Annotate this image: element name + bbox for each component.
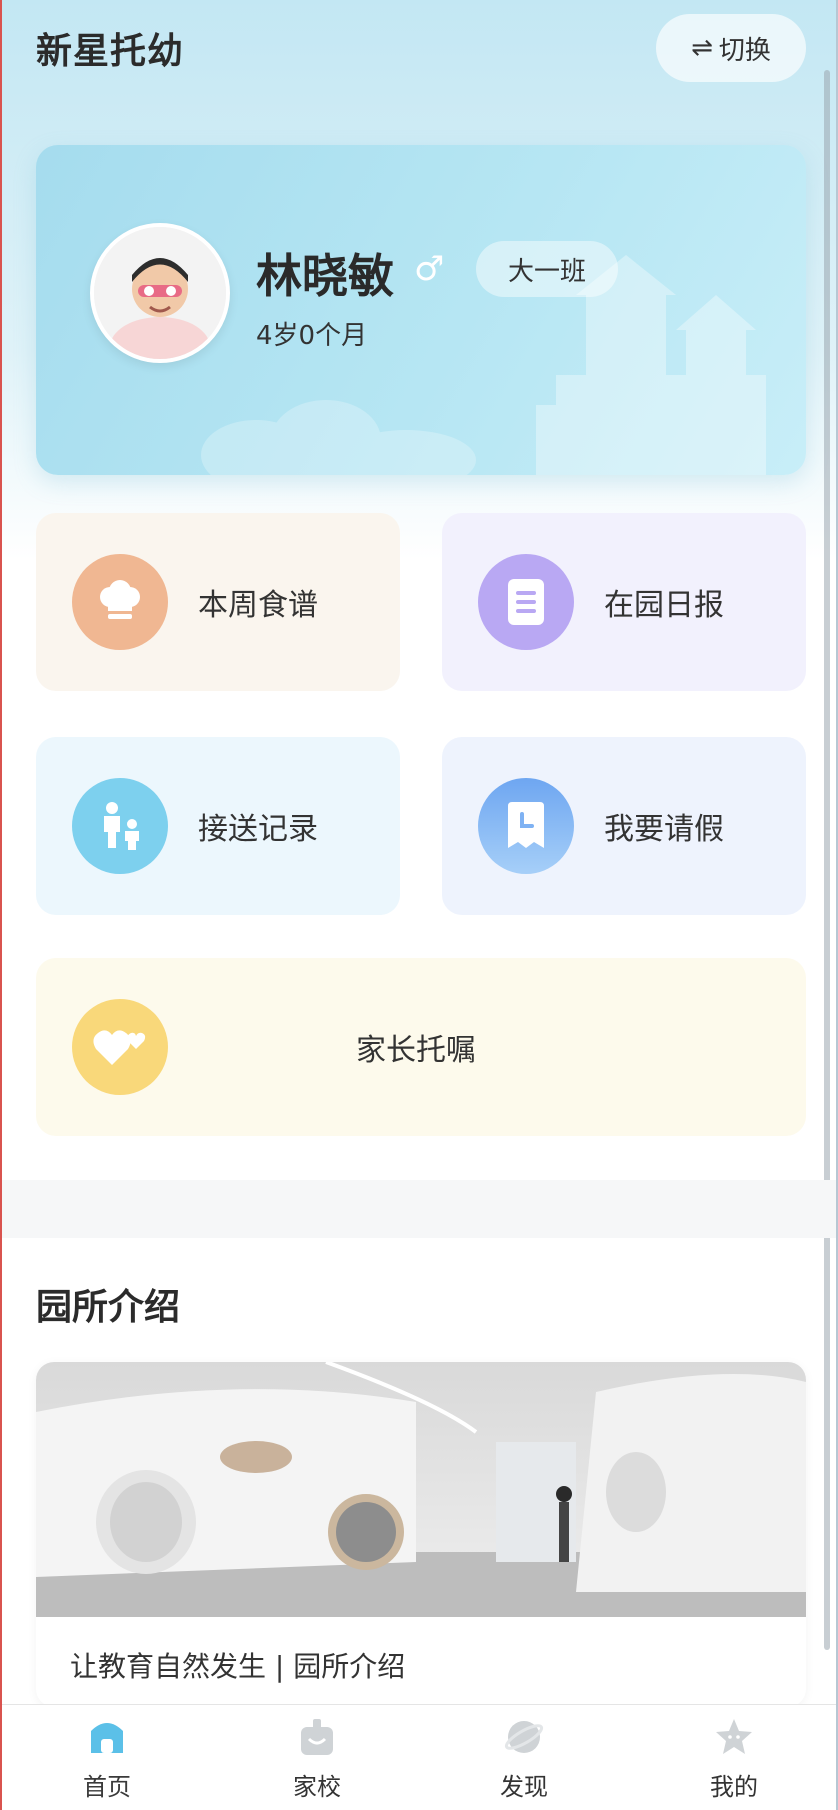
pickup-record-label: 接送记录 (198, 812, 318, 847)
daily-report-tile[interactable]: 在园日报 (442, 513, 806, 691)
nav-home-label: 首页 (83, 1773, 131, 1801)
app-screen: 新星托幼 ⇌ 切换 林晓敏 ♂ 大一班 4岁0个月 本周食谱 在园日报 接送记录… (0, 0, 838, 1810)
nav-discover-label: 发现 (500, 1773, 548, 1801)
child-photo-icon (94, 227, 226, 359)
planet-icon (502, 1715, 546, 1759)
weekly-menu-label: 本周食谱 (198, 588, 318, 623)
parent-child-icon (72, 778, 168, 874)
document-icon (478, 554, 574, 650)
nav-home[interactable]: 首页 (47, 1715, 167, 1810)
male-gender-icon: ♂ (414, 249, 445, 289)
star-face-icon (712, 1715, 756, 1759)
child-age: 4岁0个月 (256, 321, 368, 351)
parent-notes-label: 家长托嘱 (356, 1033, 476, 1068)
class-badge: 大一班 (476, 241, 618, 297)
switch-label: 切换 (718, 35, 771, 66)
leave-clock-icon (478, 778, 574, 874)
switch-button[interactable]: ⇌ 切换 (656, 14, 806, 82)
nav-school[interactable]: 家校 (257, 1715, 377, 1810)
cloud-decoration-icon (201, 400, 476, 475)
nav-mine[interactable]: 我的 (674, 1715, 794, 1810)
hearts-icon (72, 999, 168, 1095)
chef-hat-icon (72, 554, 168, 650)
child-profile-card[interactable]: 林晓敏 ♂ 大一班 4岁0个月 (36, 145, 806, 475)
leave-request-tile[interactable]: 我要请假 (442, 737, 806, 915)
pickup-record-tile[interactable]: 接送记录 (36, 737, 400, 915)
section-divider (2, 1180, 836, 1238)
kindergarten-interior-image (36, 1362, 806, 1617)
child-avatar[interactable] (90, 223, 230, 363)
nav-school-label: 家校 (293, 1773, 341, 1801)
section-title-intro: 园所介绍 (36, 1287, 181, 1328)
school-bag-icon (295, 1715, 339, 1759)
home-icon (85, 1715, 129, 1759)
weekly-menu-tile[interactable]: 本周食谱 (36, 513, 400, 691)
bottom-navigation: 首页 家校 发现 我的 (2, 1704, 836, 1810)
switch-icon: ⇌ (691, 33, 713, 63)
nav-mine-label: 我的 (710, 1773, 758, 1801)
intro-caption: 让教育自然发生 | 园所介绍 (70, 1650, 406, 1683)
parent-notes-tile[interactable]: 家长托嘱 (36, 958, 806, 1136)
scrollbar[interactable] (824, 70, 830, 1650)
child-name: 林晓敏 (256, 249, 394, 303)
kindergarten-intro-card[interactable]: 让教育自然发生 | 园所介绍 (36, 1362, 806, 1707)
leave-request-label: 我要请假 (604, 812, 724, 847)
app-title: 新星托幼 (36, 31, 185, 72)
daily-report-label: 在园日报 (604, 588, 724, 623)
nav-discover[interactable]: 发现 (464, 1715, 584, 1810)
